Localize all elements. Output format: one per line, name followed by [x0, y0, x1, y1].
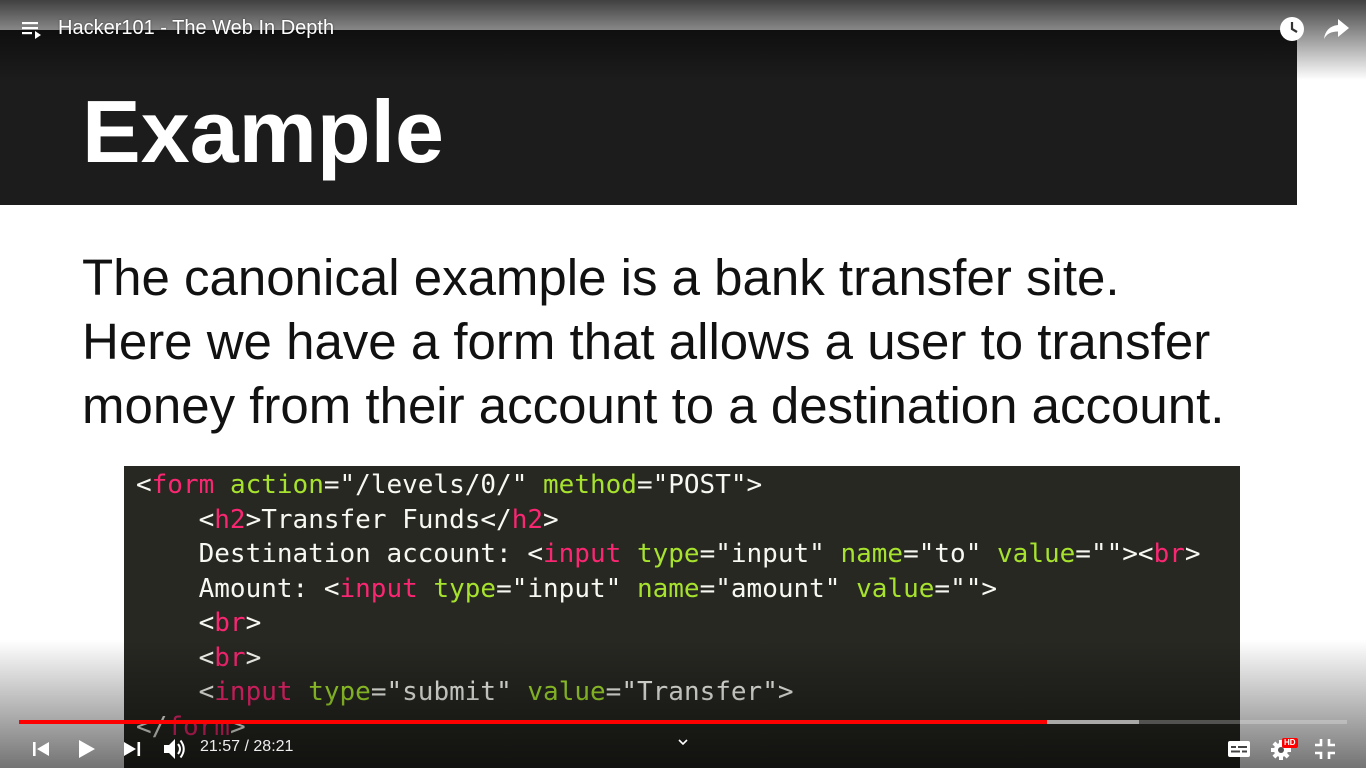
- code-token: =: [699, 539, 716, 569]
- volume-icon[interactable]: [161, 736, 187, 762]
- code-token: >: [1184, 539, 1201, 569]
- player-top-bar: Hacker101 - The Web In Depth: [0, 0, 1366, 60]
- code-token: type: [308, 677, 371, 707]
- code-token: =: [1075, 539, 1091, 569]
- code-token: input: [339, 573, 418, 604]
- slide-body-text: The canonical example is a bank transfer…: [82, 246, 1312, 438]
- progress-bar[interactable]: [19, 720, 1347, 724]
- player-controls: 21:57 / 28:21 HD: [0, 728, 1366, 768]
- current-time: 21:57: [200, 738, 241, 755]
- code-token: "input": [511, 573, 622, 604]
- code-token: <: [136, 608, 215, 638]
- code-token: >: [777, 677, 794, 707]
- code-token: >: [245, 642, 262, 673]
- code-token: >: [746, 470, 763, 500]
- code-token: =: [605, 677, 622, 707]
- code-token: >: [245, 608, 262, 638]
- code-token: "input": [715, 539, 825, 569]
- code-token: name: [840, 539, 904, 569]
- code-token: value: [997, 539, 1076, 569]
- code-token: "to": [918, 539, 982, 569]
- code-token: "Transfer": [621, 677, 778, 707]
- code-token: br: [214, 642, 246, 673]
- code-token: "amount": [715, 573, 841, 604]
- code-token: =: [636, 470, 653, 500]
- code-token: =: [903, 539, 919, 569]
- code-token: Amount: <: [136, 573, 340, 604]
- code-token: =: [496, 573, 512, 604]
- playlist-icon[interactable]: [20, 17, 44, 41]
- code-token: name: [636, 573, 700, 604]
- skip-previous-icon[interactable]: [28, 736, 54, 762]
- code-token: <: [136, 504, 215, 535]
- code-token: type: [636, 539, 700, 569]
- code-token: value: [527, 677, 606, 707]
- code-token: action: [229, 470, 324, 500]
- code-token: br: [1153, 539, 1185, 569]
- total-duration: 28:21: [253, 738, 294, 755]
- code-token: "/levels/0/": [339, 470, 528, 500]
- hd-badge: HD: [1282, 738, 1298, 748]
- code-line: <form action="/levels/0/" method="POST">: [136, 468, 762, 502]
- code-token: Destination account: <: [136, 539, 543, 569]
- code-token: input: [543, 539, 622, 569]
- video-title[interactable]: Hacker101 - The Web In Depth: [58, 16, 334, 40]
- code-token: "": [950, 573, 982, 604]
- code-line: <h2>Transfer Funds</h2>: [136, 503, 559, 537]
- code-token: =: [699, 573, 716, 604]
- code-token: >Transfer Funds</: [245, 504, 512, 535]
- code-line: <br>: [136, 641, 262, 675]
- code-token: >: [543, 504, 559, 535]
- code-line: <input type="submit" value="Transfer">: [136, 675, 794, 709]
- chevron-down-icon[interactable]: [675, 736, 691, 748]
- code-token: >: [981, 573, 998, 604]
- progress-played: [19, 720, 1047, 724]
- slide-title: Example: [82, 82, 444, 181]
- code-token: <: [136, 642, 215, 673]
- code-token: =: [934, 573, 951, 604]
- code-line: Destination account: <input type="input"…: [136, 537, 1201, 571]
- code-line: Amount: <input type="input" name="amount…: [136, 572, 997, 606]
- code-line: <br>: [136, 606, 262, 640]
- share-arrow-icon[interactable]: [1322, 16, 1350, 42]
- video-frame[interactable]: Example The canonical example is a bank …: [0, 0, 1366, 768]
- code-token: <: [136, 677, 215, 707]
- code-token: h2: [214, 504, 246, 535]
- clock-icon[interactable]: [1279, 16, 1305, 42]
- code-token: <: [136, 470, 152, 500]
- code-token: "": [1090, 539, 1123, 569]
- slide-body-line: money from their account to a destinatio…: [82, 377, 1225, 434]
- code-token: input: [214, 677, 293, 707]
- skip-next-icon[interactable]: [119, 736, 145, 762]
- code-token: h2: [511, 504, 544, 535]
- code-token: value: [856, 573, 935, 604]
- play-icon[interactable]: [73, 736, 99, 762]
- code-token: "submit": [386, 677, 512, 707]
- slide-body-line: The canonical example is a bank transfer…: [82, 249, 1120, 306]
- code-token: =: [370, 677, 387, 707]
- slide-body-line: Here we have a form that allows a user t…: [82, 313, 1211, 370]
- code-token: ><: [1122, 539, 1154, 569]
- code-token: =: [323, 470, 340, 500]
- code-token: br: [214, 608, 246, 638]
- gear-icon[interactable]: HD: [1268, 736, 1298, 762]
- code-token: form: [151, 470, 215, 500]
- time-separator: /: [240, 738, 254, 755]
- code-token: type: [433, 573, 497, 604]
- code-token: "POST": [652, 470, 747, 500]
- exit-fullscreen-icon[interactable]: [1312, 736, 1338, 762]
- time-display: 21:57 / 28:21: [200, 737, 293, 757]
- code-token: method: [543, 470, 637, 500]
- subtitles-icon[interactable]: [1226, 736, 1252, 762]
